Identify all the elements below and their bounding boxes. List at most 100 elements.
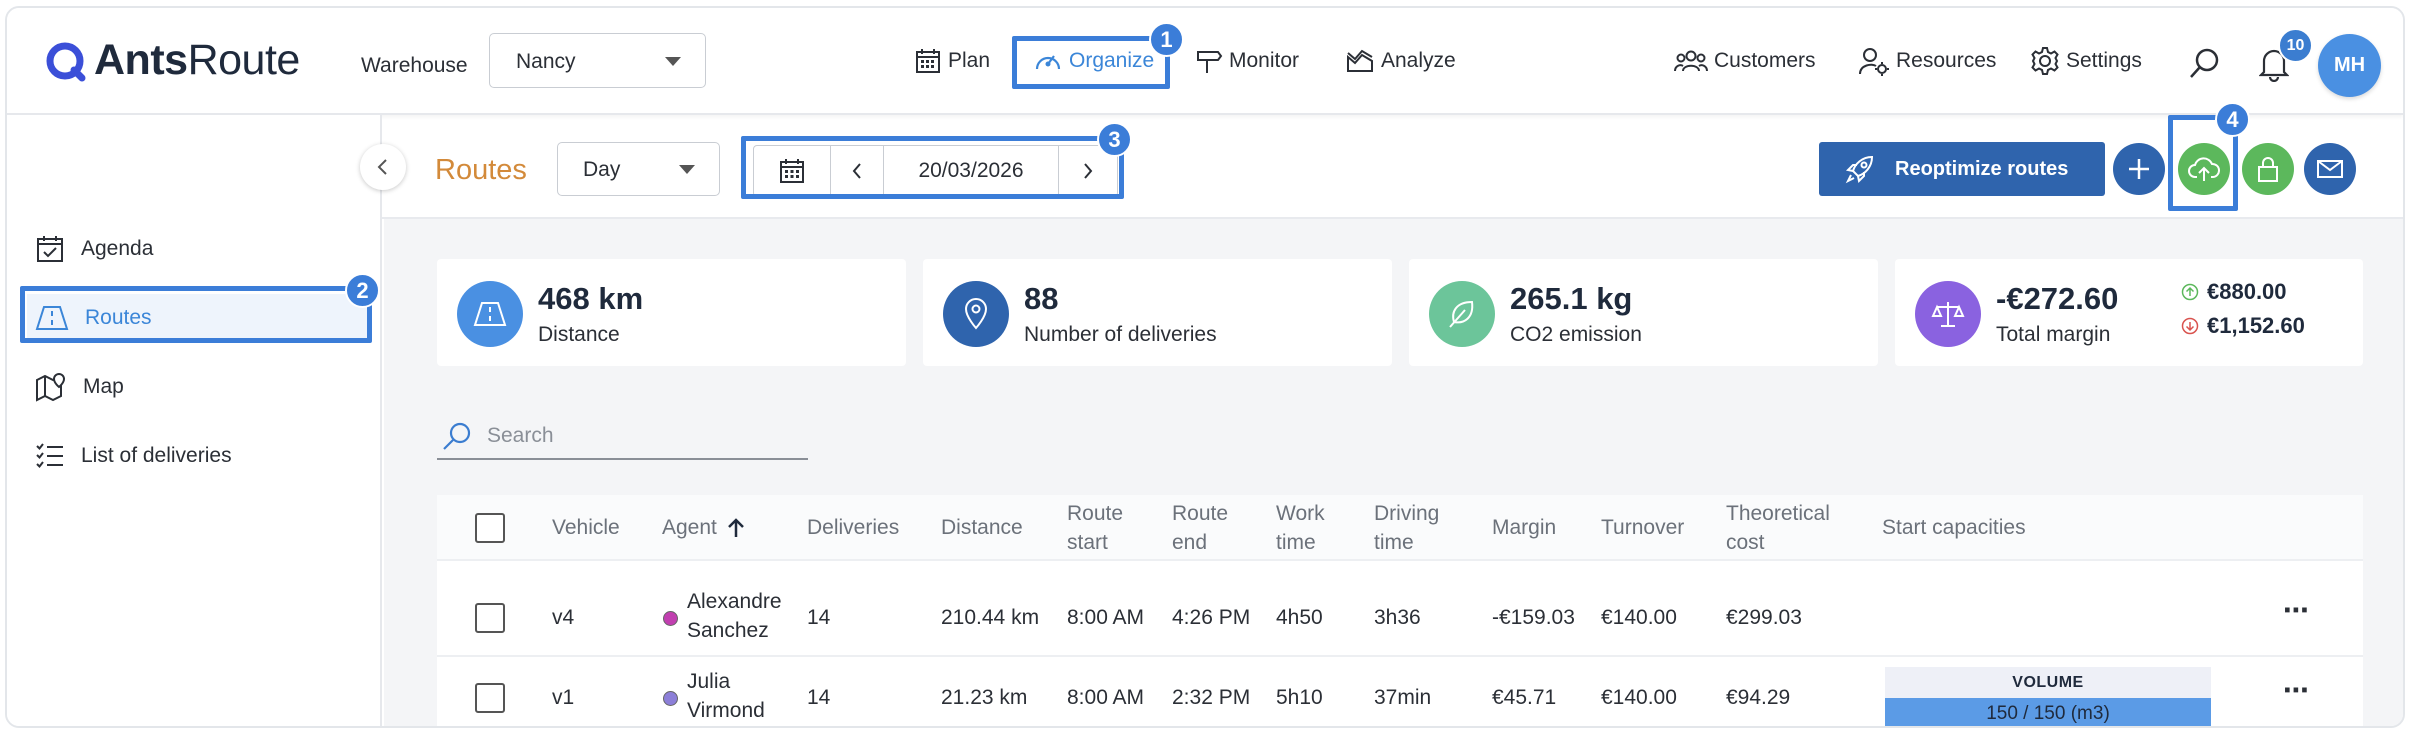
row-more-menu-icon[interactable]: ⋯: [2283, 675, 2310, 706]
signpost-icon: [1197, 51, 1223, 73]
col-work-time-line1: Work: [1276, 502, 1325, 525]
kpi-turnover-value: €880.00: [2207, 279, 2287, 304]
reoptimize-routes-button[interactable]: Reoptimize routes: [1819, 142, 2105, 196]
arrow-down-circle-icon: [2181, 317, 2199, 335]
collapse-sidebar-button[interactable]: [360, 144, 406, 190]
routes-table: Vehicle Agent Deliveries Distance Route s…: [437, 495, 2363, 726]
search-input[interactable]: [487, 423, 787, 448]
kpi-co2-value: 265.1 kg: [1510, 281, 1633, 316]
leaf-icon: [1429, 281, 1495, 347]
col-theoretical-cost[interactable]: Theoretical cost: [1726, 499, 1830, 557]
arrow-up-circle-icon: [2181, 283, 2199, 301]
col-start-capacities[interactable]: Start capacities: [1882, 513, 2026, 542]
lock-routes-button[interactable]: [2242, 143, 2294, 195]
capacity-bar: 150 / 150 (m3): [1885, 698, 2211, 726]
user-gear-icon: [1859, 48, 1889, 76]
col-driving-time[interactable]: Driving time: [1374, 499, 1439, 557]
scale-icon: [1915, 281, 1981, 347]
col-turnover[interactable]: Turnover: [1601, 513, 1684, 542]
table-row[interactable]: v1 Julia Virmond 14 21.23 km 8:00 AM 2:32…: [437, 659, 2363, 726]
annotation-box-organize: [1012, 36, 1170, 89]
cell-route-start: 8:00 AM: [1067, 686, 1145, 709]
cell-work-time: 4h50: [1276, 606, 1323, 629]
nav-customers-label: Customers: [1714, 49, 1816, 72]
sidebar-item-agenda[interactable]: Agenda: [35, 229, 153, 269]
search-button[interactable]: [2187, 45, 2223, 81]
search-icon: [2190, 48, 2219, 78]
row-checkbox[interactable]: [475, 603, 505, 633]
cell-agent: Julia Virmond: [687, 667, 765, 725]
col-driving-time-line1: Driving: [1374, 502, 1440, 525]
cell-vehicle: v4: [552, 606, 575, 629]
cell-route-end: 2:32 PM: [1172, 686, 1251, 709]
notification-count-badge: 10: [2278, 28, 2313, 63]
select-all-checkbox[interactable]: [475, 513, 505, 543]
nav-settings[interactable]: Settings: [2030, 44, 2142, 78]
warehouse-value: Nancy: [516, 50, 576, 73]
calendar-icon: [916, 49, 940, 73]
capacity-gauge: VOLUME 150 / 150 (m3): [1885, 667, 2211, 726]
annotation-badge-1: 1: [1149, 22, 1184, 57]
col-route-end-line1: Route: [1172, 502, 1229, 525]
col-route-start[interactable]: Route start: [1067, 499, 1123, 557]
antsroute-logo[interactable]: AntsRoute: [44, 36, 300, 85]
routes-search: [437, 413, 808, 460]
annotation-badge-4: 4: [2215, 102, 2250, 137]
kpi-margin-value: -€272.60: [1996, 281, 2119, 316]
cell-margin: €45.71: [1492, 686, 1557, 709]
cell-route-end: 4:26 PM: [1172, 606, 1251, 629]
kpi-margin-label: Total margin: [1996, 323, 2111, 346]
send-email-button[interactable]: [2304, 143, 2356, 195]
col-vehicle[interactable]: Vehicle: [552, 513, 620, 542]
agent-color-dot: [663, 611, 678, 626]
kpi-deliveries-value: 88: [1024, 281, 1059, 316]
nav-resources[interactable]: Resources: [1858, 44, 1996, 78]
cell-turnover: €140.00: [1601, 686, 1677, 709]
col-work-time[interactable]: Work time: [1276, 499, 1325, 557]
col-agent[interactable]: Agent: [662, 513, 747, 542]
cell-distance: 21.23 km: [941, 686, 1028, 709]
sidebar-item-map[interactable]: Map: [35, 367, 124, 407]
col-margin[interactable]: Margin: [1492, 513, 1556, 542]
annotation-box-routes: [20, 286, 372, 343]
row-more-menu-icon[interactable]: ⋯: [2283, 595, 2310, 626]
cell-margin: -€159.03: [1492, 606, 1575, 629]
col-route-end[interactable]: Route end: [1172, 499, 1228, 557]
warehouse-select[interactable]: Nancy: [489, 33, 706, 88]
nav-analyze[interactable]: Analyze: [1345, 44, 1456, 78]
sidebar: [7, 115, 382, 726]
nav-monitor-label: Monitor: [1229, 49, 1300, 72]
map-pin-icon: [36, 372, 66, 402]
col-deliveries[interactable]: Deliveries: [807, 513, 899, 542]
cell-theoretical-cost: €299.03: [1726, 606, 1802, 629]
kpi-turnover: €880.00: [2181, 279, 2287, 305]
top-header: AntsRoute Warehouse Nancy Plan Organize …: [7, 8, 2403, 115]
nav-plan[interactable]: Plan: [914, 44, 990, 78]
table-row[interactable]: v4 Alexandre Sanchez 14 210.44 km 8:00 AM…: [437, 579, 2363, 657]
agent-last-name: Sanchez: [687, 619, 769, 642]
col-distance[interactable]: Distance: [941, 513, 1023, 542]
logo-icon: [46, 42, 86, 81]
add-route-button[interactable]: [2113, 143, 2165, 195]
reoptimize-label: Reoptimize routes: [1895, 157, 2069, 180]
chevron-left-icon: [377, 159, 387, 175]
col-theoretical-cost-line1: Theoretical: [1726, 502, 1830, 525]
kpi-margin-card: -€272.60 Total margin €880.00 €1,152.60: [1895, 259, 2363, 366]
user-avatar[interactable]: MH: [2318, 34, 2381, 97]
rocket-icon: [1845, 155, 1874, 184]
location-pin-icon: [943, 281, 1009, 347]
period-select[interactable]: Day: [557, 142, 720, 196]
nav-analyze-label: Analyze: [1381, 49, 1456, 72]
row-checkbox[interactable]: [475, 683, 505, 713]
nav-monitor[interactable]: Monitor: [1195, 44, 1299, 78]
cell-driving-time: 3h36: [1374, 606, 1421, 629]
road-icon: [457, 281, 523, 347]
calendar-check-icon: [37, 236, 63, 262]
nav-customers[interactable]: Customers: [1674, 44, 1816, 78]
agent-last-name: Virmond: [687, 699, 765, 722]
sidebar-item-list-of-deliveries[interactable]: List of deliveries: [35, 436, 232, 476]
kpi-deliveries-card: 88 Number of deliveries: [923, 259, 1392, 366]
cell-theoretical-cost: €94.29: [1726, 686, 1791, 709]
agent-first-name: Alexandre: [687, 590, 782, 613]
plus-icon: [2129, 159, 2149, 179]
